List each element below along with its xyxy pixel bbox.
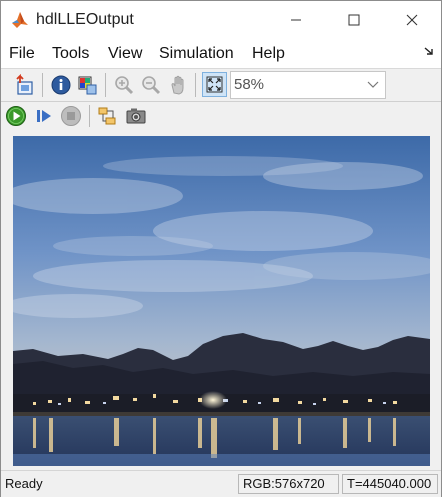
close-button[interactable] xyxy=(383,1,441,39)
pixel-region-button[interactable] xyxy=(75,73,99,97)
fit-to-window-button[interactable] xyxy=(202,72,227,97)
menu-view[interactable]: View xyxy=(108,44,142,64)
toolbar-separator xyxy=(89,105,90,127)
menu-bar: File Tools View Simulation Help xyxy=(1,39,441,69)
pixel-region-icon xyxy=(78,76,97,95)
image-info-field: RGB:576x720 xyxy=(238,474,339,494)
maximize-button[interactable] xyxy=(325,1,383,39)
video-frame-image xyxy=(13,136,430,466)
maximize-icon xyxy=(348,14,360,26)
close-icon xyxy=(406,14,418,26)
open-in-workspace-button[interactable] xyxy=(12,73,36,97)
stop-icon xyxy=(61,106,81,126)
menu-simulation[interactable]: Simulation xyxy=(159,44,234,64)
menu-tools[interactable]: Tools xyxy=(52,44,89,64)
night-landscape-image xyxy=(13,136,430,466)
undock-arrow-icon[interactable] xyxy=(423,45,435,57)
zoom-in-button[interactable] xyxy=(112,73,136,97)
info-button[interactable] xyxy=(49,73,73,97)
zoom-level-dropdown[interactable]: 58% xyxy=(230,71,386,99)
status-text: Ready xyxy=(5,476,43,491)
sim-time-value: T=445040.000 xyxy=(347,476,432,491)
zoom-out-button[interactable] xyxy=(139,73,163,97)
zoom-out-icon xyxy=(142,76,161,95)
image-info-value: RGB:576x720 xyxy=(243,476,325,491)
hand-pan-icon xyxy=(171,75,184,95)
export-to-workspace-icon xyxy=(16,74,33,95)
window-title: hdlLLEOutput xyxy=(36,11,134,28)
model-block-icon xyxy=(98,107,116,125)
pan-button[interactable] xyxy=(167,73,191,97)
highlight-model-button[interactable] xyxy=(95,104,119,128)
zoom-in-icon xyxy=(115,76,134,95)
info-icon xyxy=(51,75,71,95)
title-bar[interactable]: hdlLLEOutput xyxy=(1,1,441,39)
toolbar-separator xyxy=(195,73,196,97)
snapshot-button[interactable] xyxy=(124,104,148,128)
zoom-level-value: 58% xyxy=(234,76,265,93)
fit-to-window-icon xyxy=(206,76,223,93)
play-icon xyxy=(6,106,26,126)
viewer-window: hdlLLEOutput File Tools View Simulation … xyxy=(0,0,442,497)
menu-file[interactable]: File xyxy=(9,44,35,64)
step-forward-button[interactable] xyxy=(32,104,56,128)
toolbar-separator xyxy=(42,73,43,97)
camera-icon xyxy=(126,108,146,124)
status-bar: Ready RGB:576x720 T=445040.000 xyxy=(1,470,441,497)
minimize-button[interactable] xyxy=(267,1,325,39)
stop-button[interactable] xyxy=(59,104,83,128)
run-button[interactable] xyxy=(4,104,28,128)
sim-time-field: T=445040.000 xyxy=(342,474,438,494)
menu-help[interactable]: Help xyxy=(252,44,285,64)
minimize-icon xyxy=(291,19,301,21)
step-forward-icon xyxy=(37,110,51,122)
chevron-down-icon xyxy=(367,81,379,88)
toolbar-separator xyxy=(105,73,106,97)
matlab-logo-icon xyxy=(12,12,28,28)
